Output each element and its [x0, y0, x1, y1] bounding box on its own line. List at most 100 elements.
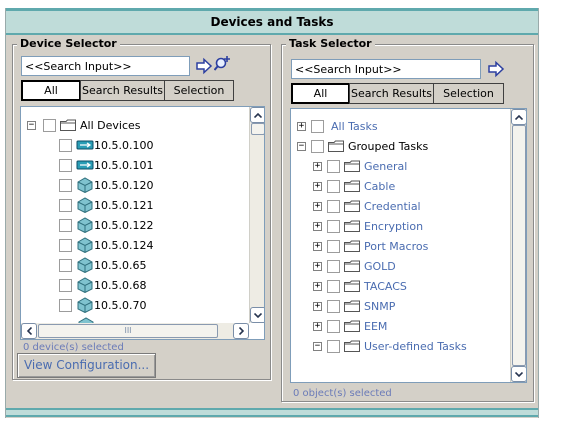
switch-icon — [77, 197, 93, 213]
tree-label: Grouped Tasks — [348, 139, 429, 153]
device-vertical-scrollbar[interactable] — [249, 107, 264, 323]
task-group-row[interactable]: + EEM — [313, 316, 387, 336]
device-checkbox[interactable] — [59, 258, 72, 272]
task-group-row[interactable]: + Port Macros — [313, 236, 428, 256]
device-tab-search-results[interactable]: Search Results — [80, 80, 165, 101]
tree-label: All Tasks — [331, 119, 378, 133]
scroll-thumb[interactable] — [251, 123, 264, 135]
switch-icon — [77, 297, 93, 313]
expand-icon[interactable]: + — [313, 281, 322, 291]
task-group-checkbox[interactable] — [327, 339, 340, 353]
device-row[interactable]: 10.5.0.122 — [59, 215, 153, 235]
device-label: 10.5.0.70 — [94, 298, 147, 312]
expand-icon[interactable]: + — [313, 201, 322, 211]
view-configuration-button[interactable]: View Configuration... — [17, 353, 156, 378]
device-tree: − All Devices 10.5.0.100 10.5.0.101 10.5… — [20, 106, 265, 340]
tree-label: All Devices — [80, 118, 141, 132]
device-row[interactable]: 10.5.0.65 — [59, 255, 146, 275]
folder-icon — [328, 140, 344, 152]
collapse-icon[interactable]: − — [313, 341, 322, 351]
task-search-input[interactable] — [291, 59, 481, 79]
scroll-right-button[interactable] — [233, 323, 249, 339]
task-group-row[interactable]: + Encryption — [313, 216, 423, 236]
expand-icon[interactable]: + — [313, 181, 322, 191]
task-tab-search-results[interactable]: Search Results — [349, 83, 434, 104]
expand-icon[interactable]: + — [313, 241, 322, 251]
task-group-row[interactable]: + Credential — [313, 196, 421, 216]
device-label: 10.5.0.100 — [94, 138, 154, 152]
device-tab-all[interactable]: All — [21, 80, 81, 101]
task-group-checkbox[interactable] — [327, 239, 340, 253]
device-checkbox[interactable] — [59, 238, 72, 252]
expand-icon[interactable]: + — [313, 301, 322, 311]
expand-icon[interactable]: + — [313, 261, 322, 271]
scroll-left-button[interactable] — [21, 323, 37, 339]
router-icon — [76, 160, 94, 170]
device-checkbox[interactable] — [59, 278, 72, 292]
device-checkbox[interactable] — [59, 178, 72, 192]
all-tasks-checkbox[interactable] — [311, 119, 324, 133]
task-group-row[interactable]: + GOLD — [313, 256, 396, 276]
scroll-down-button[interactable] — [511, 366, 526, 382]
grouped-tasks-checkbox[interactable] — [311, 139, 324, 153]
go-arrow-icon[interactable] — [487, 60, 505, 78]
task-group-checkbox[interactable] — [327, 259, 340, 273]
tree-root-all-devices[interactable]: − All Devices — [27, 115, 140, 135]
tree-label: Cable — [364, 179, 396, 193]
device-checkbox[interactable] — [59, 138, 72, 152]
task-group-checkbox[interactable] — [327, 219, 340, 233]
tree-node-all-tasks[interactable]: + All Tasks — [297, 116, 378, 136]
device-checkbox[interactable] — [59, 158, 72, 172]
task-tab-all[interactable]: All — [291, 83, 350, 104]
expand-icon[interactable]: + — [297, 121, 306, 131]
router-icon — [76, 140, 94, 150]
tree-label: General — [364, 159, 408, 173]
device-checkbox[interactable] — [59, 198, 72, 212]
device-row[interactable]: 10.5.0.68 — [59, 275, 146, 295]
advanced-search-icon[interactable] — [214, 55, 232, 73]
all-devices-checkbox[interactable] — [43, 118, 56, 132]
task-group-checkbox[interactable] — [327, 199, 340, 213]
scroll-down-button[interactable] — [250, 307, 264, 323]
collapse-icon[interactable]: − — [27, 120, 36, 130]
task-tab-selection[interactable]: Selection — [433, 83, 504, 104]
device-search-input[interactable] — [21, 56, 190, 76]
task-group-row[interactable]: + SNMP — [313, 296, 395, 316]
task-selection-status: 0 object(s) selected — [293, 388, 392, 399]
device-checkbox[interactable] — [59, 218, 72, 232]
device-row[interactable]: 10.5.0.100 — [59, 135, 153, 155]
device-row[interactable]: 10.5.0.120 — [59, 175, 153, 195]
expand-icon[interactable]: + — [313, 161, 322, 171]
device-row[interactable]: 10.5.0.124 — [59, 235, 153, 255]
task-group-checkbox[interactable] — [327, 319, 340, 333]
expand-icon[interactable]: + — [313, 221, 322, 231]
go-arrow-icon[interactable] — [195, 57, 213, 75]
scroll-up-button[interactable] — [511, 109, 526, 125]
window-footer-band — [6, 408, 538, 417]
tree-label: Port Macros — [364, 239, 429, 253]
task-group-row[interactable]: + TACACS — [313, 276, 407, 296]
device-row[interactable]: 10.5.0.70 — [59, 295, 146, 315]
folder-icon — [344, 260, 360, 272]
device-checkbox[interactable] — [59, 298, 72, 312]
task-group-row[interactable]: + General — [313, 156, 407, 176]
device-horizontal-scrollbar[interactable]: III — [21, 323, 249, 339]
device-label: 10.5.0.68 — [94, 278, 147, 292]
horizontal-scroll-thumb[interactable]: III — [38, 324, 218, 338]
task-group-checkbox[interactable] — [327, 299, 340, 313]
device-tab-selection[interactable]: Selection — [164, 80, 234, 101]
tree-node-grouped-tasks[interactable]: − Grouped Tasks — [297, 136, 428, 156]
expand-icon[interactable]: + — [313, 321, 322, 331]
task-vertical-scrollbar[interactable] — [510, 109, 526, 382]
task-group-checkbox[interactable] — [327, 279, 340, 293]
scroll-up-button[interactable] — [250, 107, 264, 123]
device-row[interactable]: 10.5.0.121 — [59, 195, 153, 215]
device-label: 10.5.0.121 — [94, 198, 154, 212]
task-group-checkbox[interactable] — [327, 179, 340, 193]
collapse-icon[interactable]: − — [297, 141, 306, 151]
scroll-thumb[interactable] — [512, 125, 526, 366]
task-group-row[interactable]: − User-defined Tasks — [313, 336, 467, 356]
task-group-checkbox[interactable] — [327, 159, 340, 173]
device-row[interactable]: 10.5.0.101 — [59, 155, 153, 175]
task-group-row[interactable]: + Cable — [313, 176, 395, 196]
